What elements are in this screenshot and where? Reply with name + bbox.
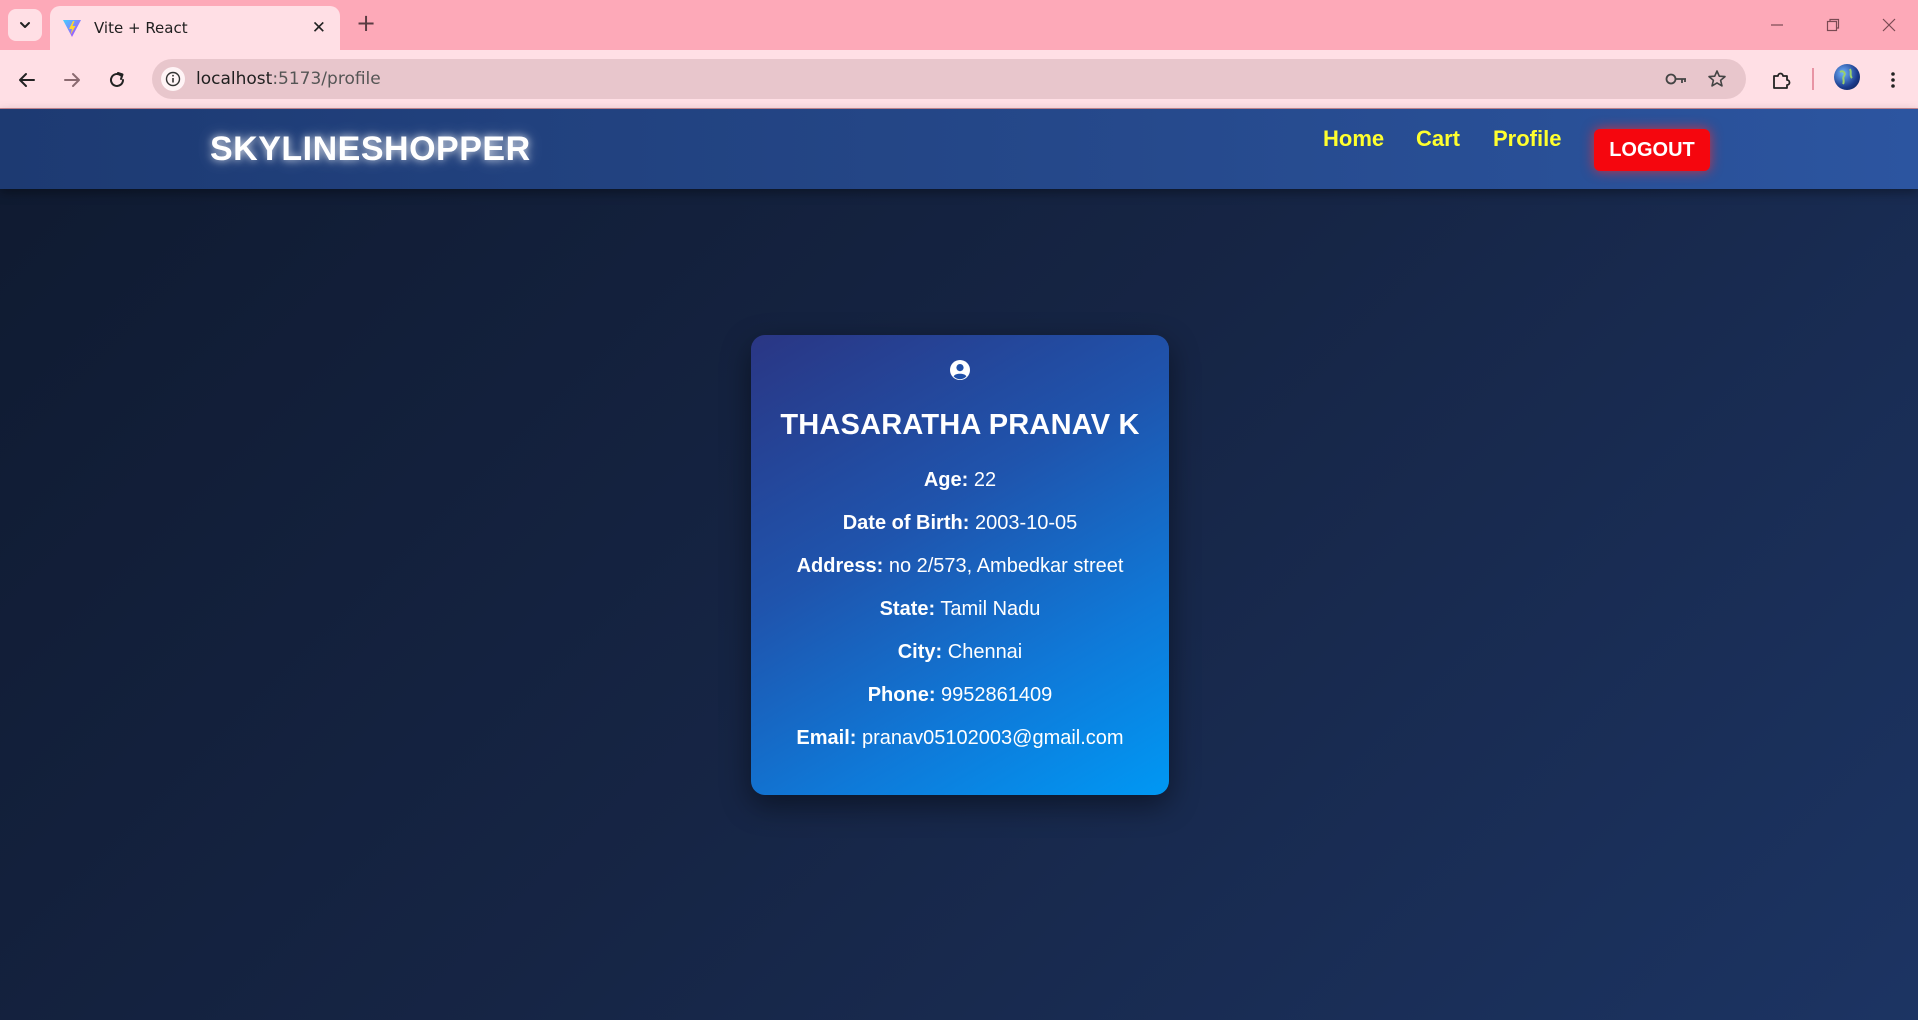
field-label: Date of Birth: — [842, 512, 970, 534]
profile-field-age: Age: 22 — [751, 469, 1169, 492]
chevron-down-icon — [20, 22, 30, 28]
close-icon — [1882, 18, 1896, 32]
bookmark-star-icon[interactable] — [1704, 67, 1730, 91]
minimize-icon — [1771, 24, 1783, 26]
password-key-icon[interactable] — [1664, 67, 1690, 91]
globe-avatar-icon — [1839, 68, 1853, 85]
profile-field-city: City: Chennai — [751, 641, 1169, 664]
field-value: no 2/573, Ambedkar street — [888, 555, 1124, 577]
field-value: Chennai — [947, 641, 1023, 663]
user-circle-icon — [950, 360, 970, 380]
back-button[interactable] — [12, 65, 42, 95]
field-label: Email: — [796, 727, 857, 749]
minimize-button[interactable] — [1762, 10, 1792, 40]
field-value: 9952861409 — [941, 684, 1053, 706]
field-value: pranav05102003@gmail.com — [862, 727, 1124, 749]
browser-tab[interactable]: Vite + React ✕ — [50, 6, 340, 50]
puzzle-icon — [1773, 72, 1791, 89]
url-text[interactable]: localhost:5173/profile — [196, 69, 381, 89]
profile-field-state: State: Tamil Nadu — [751, 598, 1169, 621]
logout-button[interactable]: LOGOUT — [1594, 129, 1710, 171]
field-label: Address: — [796, 555, 884, 577]
profile-field-address: Address: no 2/573, Ambedkar street — [751, 555, 1169, 578]
reload-icon — [110, 72, 124, 87]
profile-name: THASARATHA PRANAV K — [780, 409, 1140, 441]
field-label: Phone: — [867, 684, 936, 706]
tab-search-button[interactable] — [8, 9, 42, 41]
url-path: :5173/profile — [272, 69, 381, 89]
arrow-left-icon — [19, 73, 35, 87]
browser-menu-button[interactable] — [1878, 65, 1908, 95]
profile-avatar[interactable] — [1834, 64, 1860, 90]
field-label: State: — [879, 598, 936, 620]
tab-close-icon[interactable]: ✕ — [312, 18, 326, 38]
field-label: City: — [897, 641, 943, 663]
tab-title: Vite + React — [94, 19, 188, 37]
extensions-button[interactable] — [1766, 65, 1796, 95]
nav-link-home[interactable]: Home — [1323, 126, 1384, 152]
new-tab-button[interactable]: + — [352, 10, 380, 38]
toolbar-divider — [1812, 68, 1814, 90]
page-viewport: SKYLINESHOPPER Home Cart Profile LOGOUT … — [0, 109, 1918, 1020]
more-vertical-icon — [1891, 72, 1895, 88]
forward-button[interactable] — [57, 65, 87, 95]
restore-icon — [1826, 18, 1840, 32]
arrow-right-icon — [64, 73, 80, 87]
nav-link-cart[interactable]: Cart — [1416, 126, 1460, 152]
browser-toolbar: localhost:5173/profile — [0, 50, 1918, 108]
vite-logo-icon — [63, 20, 81, 37]
site-info-icon[interactable] — [161, 67, 185, 91]
field-label: Age: — [923, 469, 969, 491]
profile-field-phone: Phone: 9952861409 — [751, 684, 1169, 707]
profile-field-dob: Date of Birth: 2003-10-05 — [751, 512, 1169, 535]
field-value: 2003-10-05 — [974, 512, 1078, 534]
url-host: localhost — [196, 69, 273, 89]
reload-button[interactable] — [102, 65, 132, 95]
browser-tabstrip: Vite + React ✕ + — [0, 0, 1918, 50]
profile-field-email: Email: pranav05102003@gmail.com — [751, 727, 1169, 750]
profile-card: THASARATHA PRANAV K Age: 22 Date of Birt… — [751, 335, 1169, 795]
site-navbar: SKYLINESHOPPER Home Cart Profile LOGOUT — [0, 109, 1918, 189]
site-brand[interactable]: SKYLINESHOPPER — [210, 130, 531, 169]
address-bar[interactable]: localhost:5173/profile — [152, 59, 1746, 99]
close-window-button[interactable] — [1874, 10, 1904, 40]
restore-button[interactable] — [1818, 10, 1848, 40]
field-value: 22 — [973, 469, 997, 491]
nav-link-profile[interactable]: Profile — [1493, 126, 1561, 152]
field-value: Tamil Nadu — [940, 598, 1041, 620]
